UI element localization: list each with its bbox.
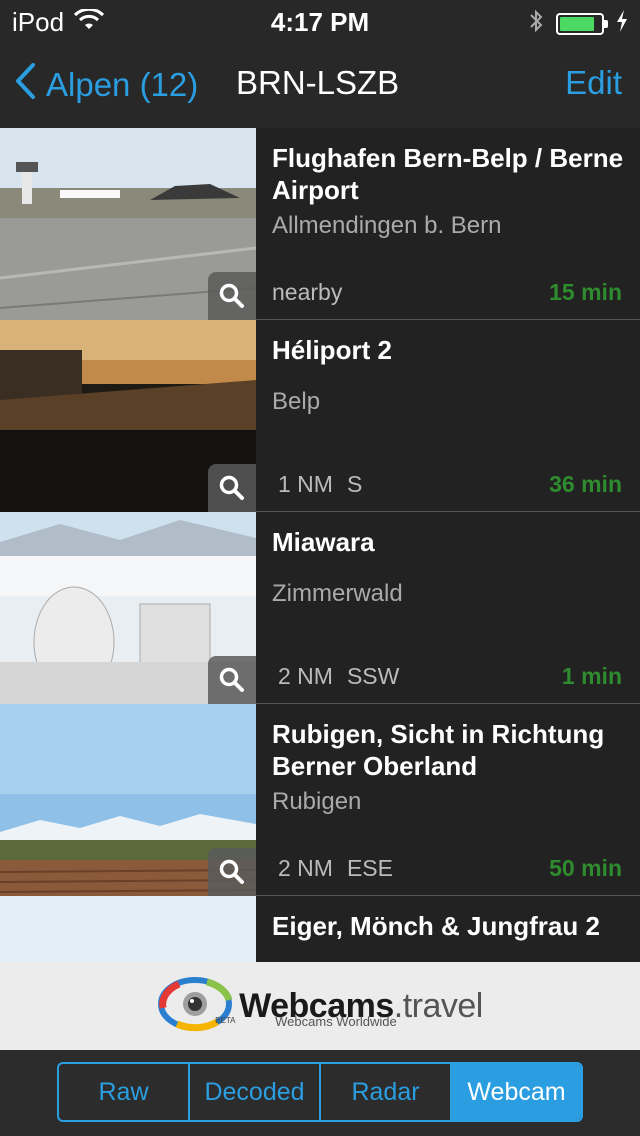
bluetooth-icon xyxy=(528,8,544,39)
webcam-distance: nearby xyxy=(272,279,343,305)
webcam-text: Eiger, Mönch & Jungfrau 2 xyxy=(272,910,628,942)
webcam-age: 1 min xyxy=(561,663,622,689)
edit-button[interactable]: Edit xyxy=(565,64,622,102)
webcam-title: Miawara xyxy=(272,527,375,557)
webcam-text: Rubigen, Sicht in Richtung Berner Oberla… xyxy=(272,718,628,816)
webcam-direction: S xyxy=(346,471,363,497)
zoom-button[interactable] xyxy=(208,656,256,704)
magnifier-icon xyxy=(219,283,245,309)
webcam-row[interactable]: Miawara Zimmerwald 2 NM SSW 1 min xyxy=(0,512,640,704)
ad-beta-label: BETA xyxy=(215,1015,236,1025)
zoom-button[interactable] xyxy=(208,464,256,512)
tab-decoded[interactable]: Decoded xyxy=(188,1064,319,1120)
tab-raw[interactable]: Raw xyxy=(59,1064,188,1120)
magnifier-icon xyxy=(219,475,245,501)
back-button-label: Alpen (12) xyxy=(46,66,199,103)
ad-banner[interactable]: Webcams.travel BETA Webcams Worldwide xyxy=(0,962,640,1050)
webcam-age: 36 min xyxy=(549,471,622,497)
charging-icon xyxy=(616,10,628,37)
webcam-thumbnail[interactable] xyxy=(0,704,256,896)
webcam-row[interactable]: Flughafen Bern-Belp / Berne Airport Allme… xyxy=(0,128,640,320)
webcam-thumbnail[interactable] xyxy=(0,512,256,704)
webcam-location: Belp xyxy=(272,388,321,415)
webcam-location: Zimmerwald xyxy=(272,580,403,607)
magnifier-icon xyxy=(219,859,245,885)
webcam-location: Rubigen xyxy=(272,788,362,815)
status-left: iPod xyxy=(12,7,105,38)
webcam-direction: SSW xyxy=(346,663,400,689)
webcam-row[interactable]: Rubigen, Sicht in Richtung Berner Oberla… xyxy=(0,704,640,896)
webcam-age: 50 min xyxy=(549,855,622,881)
page-title: BRN-LSZB xyxy=(236,64,400,101)
webcam-distance-direction: nearby xyxy=(272,279,342,306)
status-bar: iPod 4:17 PM xyxy=(0,0,640,40)
webcam-distance: 1 NM xyxy=(278,471,333,497)
webcam-title: Flughafen Bern-Belp / Berne Airport xyxy=(272,143,624,205)
webcam-title: Rubigen, Sicht in Richtung Berner Oberla… xyxy=(272,719,605,781)
bottom-toolbar: Raw Decoded Radar Webcam xyxy=(0,1050,640,1136)
status-right xyxy=(528,8,628,39)
navigation-bar: Alpen (12) BRN-LSZB Edit xyxy=(0,40,640,128)
webcam-row[interactable]: Héliport 2 Belp 1 NM S 36 min xyxy=(0,320,640,512)
battery-level xyxy=(560,16,594,31)
wifi-icon xyxy=(73,7,105,38)
ad-tagline: Webcams Worldwide xyxy=(275,1013,397,1029)
webcam-row[interactable]: Eiger, Mönch & Jungfrau 2 xyxy=(0,896,640,962)
webcam-distance-direction: 1 NM S xyxy=(278,471,362,498)
webcam-distance: 2 NM xyxy=(278,663,333,689)
back-button[interactable]: Alpen (12) xyxy=(14,62,198,108)
webcam-text: Héliport 2 Belp xyxy=(272,334,628,416)
webcam-thumbnail[interactable] xyxy=(0,128,256,320)
webcam-location: Allmendingen b. Bern xyxy=(272,212,502,239)
webcam-title: Eiger, Mönch & Jungfrau 2 xyxy=(272,911,600,941)
view-segmented-control: Raw Decoded Radar Webcam xyxy=(57,1062,583,1122)
tab-webcam[interactable]: Webcam xyxy=(450,1064,581,1120)
tab-radar[interactable]: Radar xyxy=(319,1064,450,1120)
webcam-title: Héliport 2 xyxy=(272,335,392,365)
webcam-distance-direction: 2 NM ESE xyxy=(278,855,393,882)
zoom-button[interactable] xyxy=(208,848,256,896)
carrier-label: iPod xyxy=(12,7,65,37)
webcam-distance-direction: 2 NM SSW xyxy=(278,663,399,690)
webcam-text: Miawara Zimmerwald xyxy=(272,526,628,608)
magnifier-icon xyxy=(219,667,245,693)
ad-logo: Webcams.travel BETA Webcams Worldwide xyxy=(157,974,483,1039)
chevron-left-icon xyxy=(14,62,36,108)
webcam-thumbnail[interactable] xyxy=(0,320,256,512)
webcam-distance: 2 NM xyxy=(278,855,333,881)
zoom-button[interactable] xyxy=(208,272,256,320)
webcam-direction: ESE xyxy=(346,855,393,881)
webcam-text: Flughafen Bern-Belp / Berne Airport Allme… xyxy=(272,142,628,240)
webcams-travel-logo-icon xyxy=(157,974,233,1039)
battery-icon xyxy=(556,12,608,35)
ad-brand-suffix: .travel xyxy=(393,986,484,1025)
webcam-list: Flughafen Bern-Belp / Berne Airport Allme… xyxy=(0,128,640,962)
webcam-thumbnail[interactable] xyxy=(0,896,256,962)
webcam-age: 15 min xyxy=(549,279,622,305)
